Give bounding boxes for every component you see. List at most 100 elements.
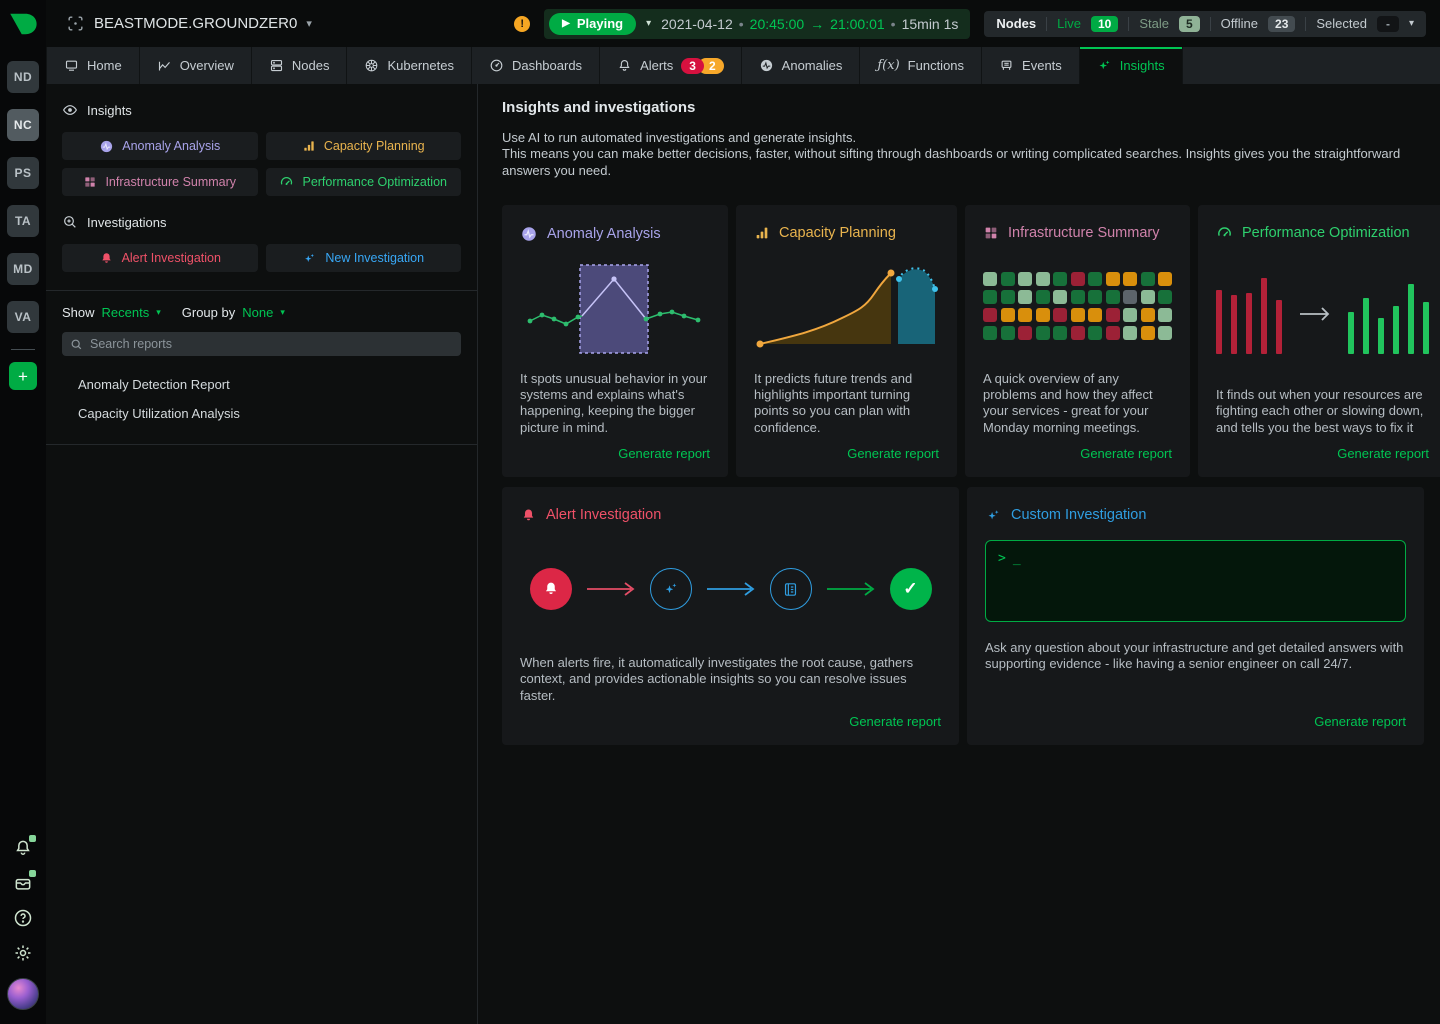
timeframe[interactable]: 2021-04-12 • 20:45:00 → 21:00:01 • 15min…: [661, 16, 958, 32]
status-square: [1141, 326, 1155, 340]
tab-alerts[interactable]: Alerts 3 2: [599, 47, 741, 84]
time-controls[interactable]: ▶ Playing ▾ 2021-04-12 • 20:45:00 → 21:0…: [544, 9, 970, 39]
bar: [1246, 293, 1252, 354]
groupby-label: Group by: [182, 305, 235, 320]
events-icon: [999, 58, 1014, 73]
tab-nodes[interactable]: Nodes: [251, 47, 347, 84]
status-square: [1036, 272, 1050, 286]
bar: [1231, 295, 1237, 354]
groupby-value-dropdown[interactable]: None: [242, 305, 273, 320]
home-icon: [64, 58, 79, 73]
chevron-down-icon[interactable]: ▾: [1409, 18, 1414, 29]
workspace-md[interactable]: MD: [7, 253, 39, 285]
tab-overview[interactable]: Overview: [139, 47, 251, 84]
rail-divider: [11, 349, 35, 350]
chevron-down-icon[interactable]: ▾: [646, 18, 651, 29]
generate-report-link[interactable]: Generate report: [1314, 704, 1406, 729]
status-square: [1001, 326, 1015, 340]
insight-cards-row: Anomaly Analysis It sp: [502, 205, 1424, 477]
card-title-label: Performance Optimization: [1242, 225, 1410, 241]
space-selector[interactable]: BEASTMODE.GROUNDZER0 ▾: [66, 14, 312, 33]
bars-before: [1216, 274, 1282, 354]
status-square: [1071, 290, 1085, 304]
generate-report-link[interactable]: Generate report: [1080, 436, 1172, 461]
search-icon: [70, 338, 83, 351]
notifications-bell-icon[interactable]: [13, 838, 33, 858]
help-icon[interactable]: [13, 908, 33, 928]
alert-investigation-button[interactable]: Alert Investigation: [62, 244, 258, 272]
divider: [1305, 17, 1306, 31]
status-square: [1071, 326, 1085, 340]
anomaly-analysis-button[interactable]: Anomaly Analysis: [62, 132, 258, 160]
tab-home[interactable]: Home: [46, 47, 139, 84]
anomaly-analysis-icon: [520, 225, 538, 243]
chevron-down-icon[interactable]: ▾: [280, 307, 285, 318]
show-value-dropdown[interactable]: Recents: [102, 305, 150, 320]
generate-report-link[interactable]: Generate report: [849, 704, 941, 729]
performance-optimization-button[interactable]: Performance Optimization: [266, 168, 462, 196]
tab-anomalies[interactable]: Anomalies: [741, 47, 860, 84]
user-avatar[interactable]: [7, 978, 39, 1010]
status-square: [1036, 308, 1050, 322]
generate-report-link[interactable]: Generate report: [847, 436, 939, 461]
arrow-right-icon: →: [810, 16, 824, 32]
settings-gear-icon[interactable]: [13, 943, 33, 963]
status-square: [1141, 290, 1155, 304]
resolved-step-icon: ✓: [890, 568, 932, 610]
custom-investigation-card: Custom Investigation >_ Ask any question…: [967, 487, 1424, 745]
bars-after: [1348, 274, 1429, 354]
status-square: [1123, 308, 1137, 322]
filter-row: Show Recents ▾ Group by None ▾: [62, 305, 461, 320]
workspace-ta[interactable]: TA: [7, 205, 39, 237]
arrow-right-icon: [825, 581, 877, 597]
anomaly-chart-svg: [520, 251, 710, 363]
infrastructure-summary-card: Infrastructure Summary A quick overview …: [965, 205, 1190, 477]
nodes-status-bar[interactable]: Nodes Live 10 Stale 5 Offline 23 Selecte…: [984, 11, 1426, 37]
status-square: [1158, 272, 1172, 286]
generate-report-link[interactable]: Generate report: [1337, 436, 1429, 461]
alert-badges: 3 2: [681, 58, 723, 74]
time-from: 20:45:00: [750, 16, 805, 32]
netdata-logo[interactable]: [0, 0, 46, 47]
tab-functions[interactable]: ƒ(x) Functions: [859, 47, 981, 84]
eye-icon: [62, 102, 78, 118]
status-square: [1018, 326, 1032, 340]
inbox-updates-icon[interactable]: [13, 873, 33, 893]
add-workspace-button[interactable]: +: [9, 362, 37, 390]
report-item[interactable]: Anomaly Detection Report: [78, 370, 461, 399]
workspace-va[interactable]: VA: [7, 301, 39, 333]
report-item[interactable]: Capacity Utilization Analysis: [78, 399, 461, 428]
chevron-down-icon[interactable]: ▾: [306, 17, 312, 30]
workspace-ps[interactable]: PS: [7, 157, 39, 189]
warning-icon[interactable]: !: [514, 16, 530, 32]
investigation-buttons: Alert Investigation New Investigation: [62, 244, 461, 272]
tab-dashboards[interactable]: Dashboards: [471, 47, 599, 84]
search-input[interactable]: [90, 337, 453, 351]
play-status-button[interactable]: ▶ Playing: [549, 13, 636, 35]
button-label: Anomaly Analysis: [122, 139, 220, 153]
infrastructure-summary-button[interactable]: Infrastructure Summary: [62, 168, 258, 196]
duration-value: 15min 1s: [902, 16, 959, 32]
tab-events[interactable]: Events: [981, 47, 1079, 84]
capacity-planning-button[interactable]: Capacity Planning: [266, 132, 462, 160]
workspace-nd[interactable]: ND: [7, 61, 39, 93]
chevron-down-icon[interactable]: ▾: [156, 307, 161, 318]
new-investigation-button[interactable]: New Investigation: [266, 244, 462, 272]
performance-optimization-icon: [1216, 225, 1233, 242]
card-description: It spots unusual behavior in your system…: [520, 371, 710, 436]
topbar-right: ! ▶ Playing ▾ 2021-04-12 • 20:45:00 → 21…: [514, 9, 1426, 39]
workspace-nc[interactable]: NC: [7, 109, 39, 141]
status-square: [1106, 308, 1120, 322]
tab-kubernetes[interactable]: Kubernetes: [346, 47, 471, 84]
selected-label: Selected: [1316, 16, 1367, 31]
separator-dot: •: [891, 16, 896, 32]
custom-question-input[interactable]: >_: [985, 540, 1406, 622]
generate-report-link[interactable]: Generate report: [618, 436, 710, 461]
status-square: [1001, 290, 1015, 304]
tab-insights[interactable]: Insights: [1079, 47, 1183, 84]
insights-content: Insights and investigations Use AI to ru…: [478, 84, 1440, 1024]
show-label: Show: [62, 305, 95, 320]
status-square: [1053, 272, 1067, 286]
status-square: [1018, 272, 1032, 286]
infrastructure-grid: [983, 241, 1172, 371]
